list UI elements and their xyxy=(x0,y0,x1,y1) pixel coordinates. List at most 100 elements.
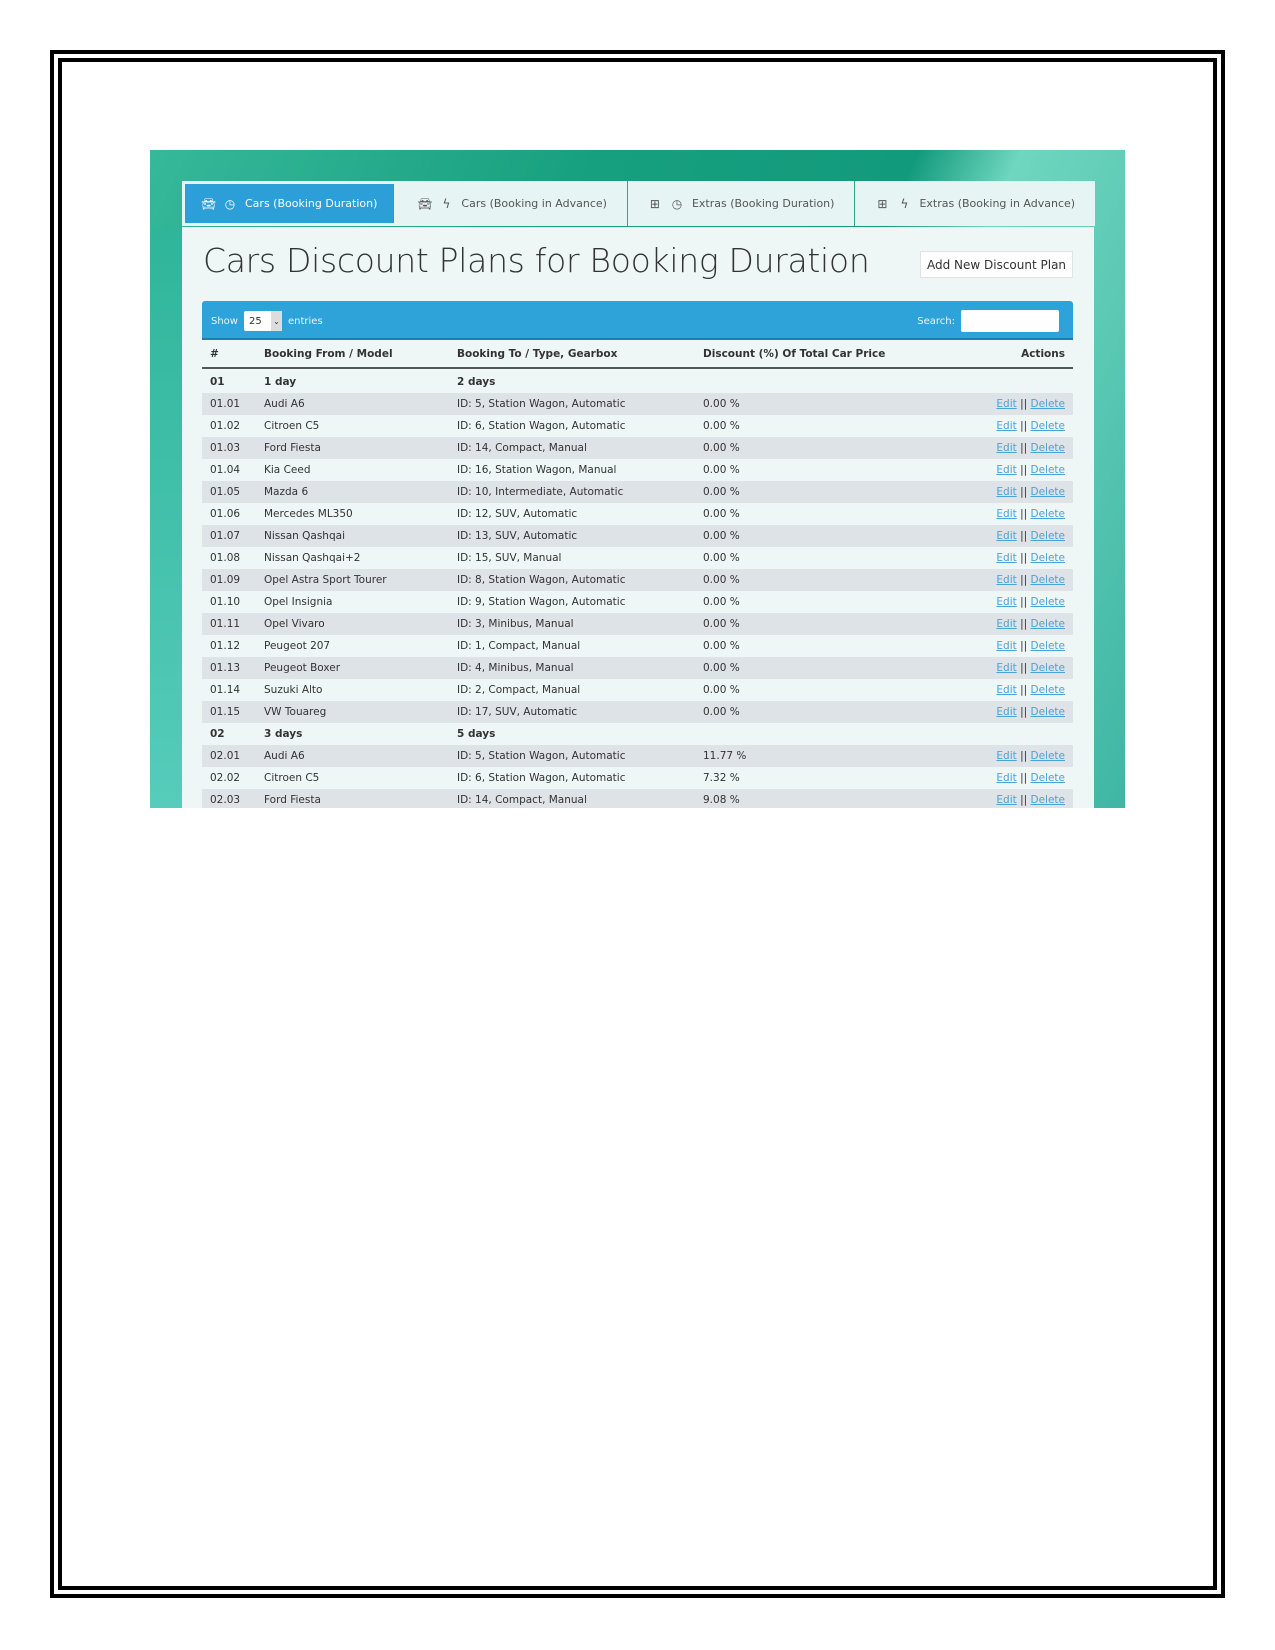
table-row: 02.03 Ford Fiesta ID: 14, Compact, Manual 9… xyxy=(202,789,1073,808)
group-row: 02 3 days 5 days xyxy=(202,723,1073,745)
column-header-discount[interactable]: Discount (%) Of Total Car Price xyxy=(703,348,913,360)
delete-link[interactable]: Delete xyxy=(1031,464,1066,476)
cell-id: 01.09 xyxy=(210,574,241,586)
edit-link[interactable]: Edit xyxy=(996,772,1016,784)
edit-link[interactable]: Edit xyxy=(996,640,1016,652)
tab-cars-booking-duration[interactable]: 🚘︎ ◷ Cars (Booking Duration) xyxy=(185,184,395,223)
action-separator: || xyxy=(1020,530,1028,542)
delete-link[interactable]: Delete xyxy=(1031,750,1066,762)
tab-extras-booking-duration[interactable]: ⊞ ◷ Extras (Booking Duration) xyxy=(628,181,856,226)
cell-discount: 0.00 % xyxy=(703,398,740,410)
delete-link[interactable]: Delete xyxy=(1031,508,1066,520)
delete-link[interactable]: Delete xyxy=(1031,618,1066,630)
cell-discount: 9.08 % xyxy=(703,794,740,806)
delete-link[interactable]: Delete xyxy=(1031,662,1066,674)
cell-id: 01.12 xyxy=(210,640,241,652)
edit-link[interactable]: Edit xyxy=(996,552,1016,564)
column-header-booking-from[interactable]: Booking From / Model xyxy=(264,348,457,360)
delete-link[interactable]: Delete xyxy=(1031,640,1066,652)
delete-link[interactable]: Delete xyxy=(1031,398,1066,410)
cell-id: 01.07 xyxy=(210,530,241,542)
bolt-icon: ϟ xyxy=(442,196,451,211)
delete-link[interactable]: Delete xyxy=(1031,552,1066,564)
cell-actions: Edit || Delete xyxy=(913,794,1073,806)
car-icon: 🚘︎ xyxy=(417,196,433,211)
edit-link[interactable]: Edit xyxy=(996,420,1016,432)
edit-link[interactable]: Edit xyxy=(996,662,1016,674)
cell-type-gearbox: ID: 12, SUV, Automatic xyxy=(457,508,578,520)
edit-link[interactable]: Edit xyxy=(996,684,1016,696)
cell-id: 01.03 xyxy=(210,442,241,454)
cell-discount: 0.00 % xyxy=(703,552,740,564)
edit-link[interactable]: Edit xyxy=(996,596,1016,608)
add-new-discount-plan-button[interactable]: Add New Discount Plan xyxy=(920,251,1073,278)
cell-booking-from: 1 day xyxy=(264,376,297,388)
delete-link[interactable]: Delete xyxy=(1031,794,1066,806)
table-row: 01.14 Suzuki Alto ID: 2, Compact, Manual 0.… xyxy=(202,679,1073,701)
cell-id: 01 xyxy=(210,376,225,388)
cell-id: 01.10 xyxy=(210,596,241,608)
entries-value: 25 xyxy=(248,315,262,327)
action-separator: || xyxy=(1020,552,1028,564)
edit-link[interactable]: Edit xyxy=(996,486,1016,498)
search-input[interactable] xyxy=(961,310,1059,332)
cell-model: Opel Vivaro xyxy=(264,618,325,630)
edit-link[interactable]: Edit xyxy=(996,530,1016,542)
cell-actions: Edit || Delete xyxy=(913,706,1073,718)
edit-link[interactable]: Edit xyxy=(996,464,1016,476)
cell-actions: Edit || Delete xyxy=(913,772,1073,784)
edit-link[interactable]: Edit xyxy=(996,508,1016,520)
edit-link[interactable]: Edit xyxy=(996,794,1016,806)
cell-actions: Edit || Delete xyxy=(913,420,1073,432)
cell-model: Peugeot Boxer xyxy=(264,662,341,674)
column-header-actions: Actions xyxy=(1021,348,1065,360)
tab-label: Extras (Booking Duration) xyxy=(691,197,835,210)
table-row: 01.15 VW Touareg ID: 17, SUV, Automatic 0.0… xyxy=(202,701,1073,723)
edit-link[interactable]: Edit xyxy=(996,618,1016,630)
cell-actions: Edit || Delete xyxy=(913,530,1073,542)
cell-model: Citroen C5 xyxy=(264,772,320,784)
delete-link[interactable]: Delete xyxy=(1031,574,1066,586)
delete-link[interactable]: Delete xyxy=(1031,772,1066,784)
clock-icon: ◷ xyxy=(224,196,236,211)
delete-link[interactable]: Delete xyxy=(1031,486,1066,498)
cell-actions: Edit || Delete xyxy=(913,618,1073,630)
table-row: 01.10 Opel Insignia ID: 9, Station Wagon, … xyxy=(202,591,1073,613)
cell-discount: 0.00 % xyxy=(703,508,740,520)
edit-link[interactable]: Edit xyxy=(996,750,1016,762)
cell-model: VW Touareg xyxy=(264,706,327,718)
show-label: Show xyxy=(211,315,238,327)
tab-extras-booking-in-advance[interactable]: ⊞ ϟ Extras (Booking in Advance) xyxy=(855,181,1095,226)
cell-id: 01.08 xyxy=(210,552,241,564)
cell-model: Kia Ceed xyxy=(264,464,311,476)
column-header-booking-to[interactable]: Booking To / Type, Gearbox xyxy=(457,348,703,360)
edit-link[interactable]: Edit xyxy=(996,706,1016,718)
delete-link[interactable]: Delete xyxy=(1031,706,1066,718)
entries-select[interactable]: 25 ⌄ xyxy=(243,311,282,331)
cell-id: 01.06 xyxy=(210,508,241,520)
cell-discount: 0.00 % xyxy=(703,596,740,608)
action-separator: || xyxy=(1020,640,1028,652)
cell-model: Nissan Qashqai+2 xyxy=(264,552,361,564)
edit-link[interactable]: Edit xyxy=(996,442,1016,454)
delete-link[interactable]: Delete xyxy=(1031,596,1066,608)
delete-link[interactable]: Delete xyxy=(1031,420,1066,432)
column-header-number[interactable]: # xyxy=(202,348,264,360)
tab-label: Extras (Booking in Advance) xyxy=(919,197,1076,210)
delete-link[interactable]: Delete xyxy=(1031,684,1066,696)
cell-model: Mercedes ML350 xyxy=(264,508,353,520)
table-row: 01.05 Mazda 6 ID: 10, Intermediate, Automa… xyxy=(202,481,1073,503)
cell-model: Ford Fiesta xyxy=(264,794,321,806)
delete-link[interactable]: Delete xyxy=(1031,530,1066,542)
cell-actions: Edit || Delete xyxy=(913,552,1073,564)
tab-cars-booking-in-advance[interactable]: 🚘︎ ϟ Cars (Booking in Advance) xyxy=(397,181,628,226)
cell-type-gearbox: ID: 9, Station Wagon, Automatic xyxy=(457,596,626,608)
edit-link[interactable]: Edit xyxy=(996,574,1016,586)
action-separator: || xyxy=(1020,618,1028,630)
edit-link[interactable]: Edit xyxy=(996,398,1016,410)
delete-link[interactable]: Delete xyxy=(1031,442,1066,454)
cell-type-gearbox: ID: 4, Minibus, Manual xyxy=(457,662,574,674)
cell-model: Mazda 6 xyxy=(264,486,309,498)
cell-type-gearbox: ID: 6, Station Wagon, Automatic xyxy=(457,420,626,432)
plus-square-icon: ⊞ xyxy=(877,196,888,211)
